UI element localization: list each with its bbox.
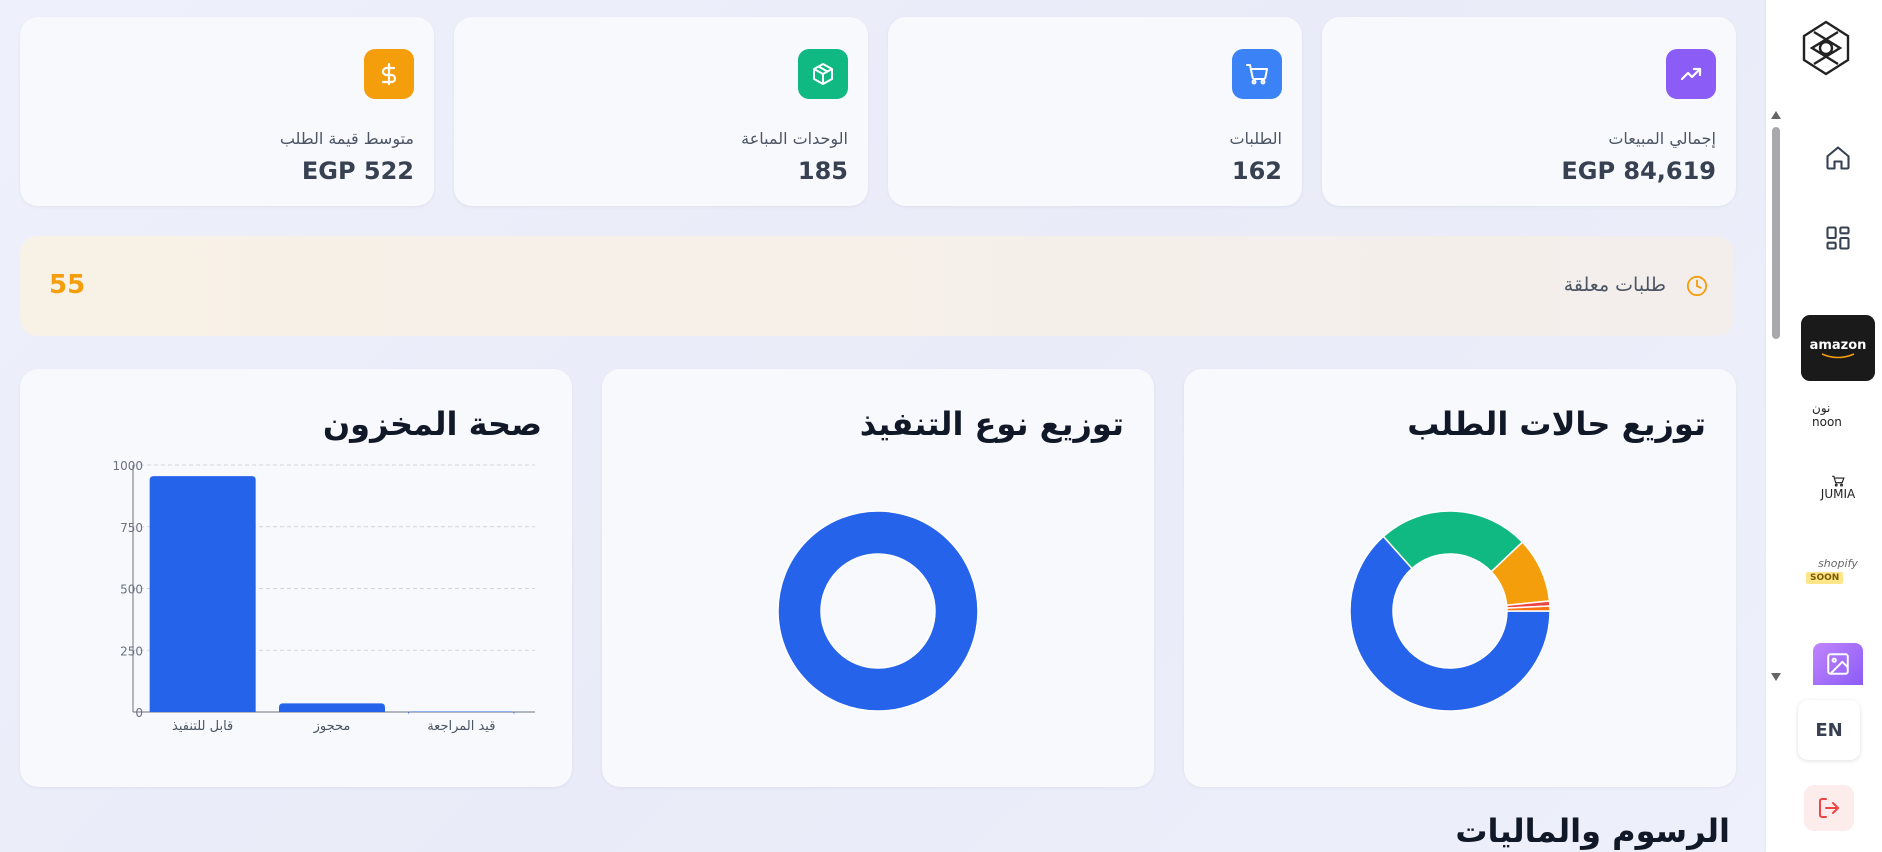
donut-slice[interactable] bbox=[777, 510, 979, 712]
stat-value: 162 bbox=[1231, 157, 1282, 185]
scrollbar-thumb[interactable] bbox=[1772, 127, 1780, 339]
package-icon bbox=[798, 49, 848, 99]
inventory-health-bar-chart: 0 250 500 750 1000 قابل للتنفيذ محجوز قيد المرا… bbox=[112, 459, 535, 734]
stat-value: EGP 522 bbox=[301, 157, 414, 185]
order-status-chart-card: توزيع حالات الطلب bbox=[1184, 369, 1736, 787]
stat-label: الوحدات المباعة bbox=[741, 129, 848, 148]
x-tick-label: محجوز bbox=[313, 719, 351, 734]
y-tick-label: 0 bbox=[135, 706, 143, 720]
y-tick-label: 750 bbox=[120, 521, 143, 535]
stat-label: إجمالي المبيعات bbox=[1608, 129, 1716, 148]
language-toggle-button[interactable]: EN bbox=[1798, 700, 1860, 760]
y-tick-label: 500 bbox=[120, 583, 143, 597]
x-tick-label: قيد المراجعة bbox=[427, 719, 495, 734]
jumia-logo: JUMIA bbox=[1820, 487, 1856, 501]
coming-soon-badge: SOON bbox=[1806, 571, 1844, 584]
stat-card-orders: الطلبات 162 bbox=[888, 17, 1302, 206]
dollar-icon bbox=[364, 49, 414, 99]
amazon-smile-icon bbox=[1821, 352, 1855, 358]
stat-card-units-sold: الوحدات المباعة 185 bbox=[454, 17, 868, 206]
inventory-health-chart-card: صحة المخزون 0 250 500 750 1000 قابل للتنفيذ مح… bbox=[20, 369, 572, 787]
noon-logo: نون noon bbox=[1812, 401, 1842, 429]
stat-label: الطلبات bbox=[1229, 129, 1282, 148]
logout-icon bbox=[1819, 798, 1839, 818]
logout-button[interactable] bbox=[1804, 785, 1854, 831]
dashboard-grid-icon bbox=[1826, 226, 1850, 250]
x-tick-label: قابل للتنفيذ bbox=[172, 719, 233, 734]
stat-label: متوسط قيمة الطلب bbox=[279, 129, 414, 148]
pending-label: طلبات معلقة bbox=[1563, 274, 1666, 296]
amazon-store-button[interactable]: amazon bbox=[1801, 315, 1875, 381]
home-icon bbox=[1826, 146, 1850, 170]
order-status-donut-chart bbox=[1349, 510, 1551, 712]
noon-store-button[interactable]: نون noon bbox=[1812, 400, 1864, 430]
fulfillment-type-chart-card: توزيع نوع التنفيذ bbox=[602, 369, 1154, 787]
stat-card-avg-order-value: متوسط قيمة الطلب EGP 522 bbox=[20, 17, 434, 206]
cart-icon bbox=[1232, 49, 1282, 99]
bar[interactable] bbox=[279, 703, 385, 712]
y-tick-label: 250 bbox=[120, 644, 143, 658]
stat-value: 185 bbox=[797, 157, 848, 185]
trending-up-icon bbox=[1666, 49, 1716, 99]
chart-title: توزيع نوع التنفيذ bbox=[859, 405, 1124, 443]
fulfillment-type-donut-chart bbox=[777, 510, 979, 712]
shopify-store-button[interactable]: shopify SOON bbox=[1806, 550, 1870, 590]
sidebar-scrollbar[interactable] bbox=[1770, 110, 1782, 682]
clock-icon bbox=[1686, 275, 1708, 297]
image-tool-button[interactable] bbox=[1813, 643, 1863, 685]
scroll-down-arrow-icon[interactable] bbox=[1770, 672, 1782, 682]
image-icon bbox=[1827, 653, 1849, 675]
y-tick-label: 1000 bbox=[112, 459, 143, 473]
stat-value: EGP 84,619 bbox=[1561, 157, 1716, 185]
pending-orders-banner[interactable]: طلبات معلقة 55 bbox=[20, 236, 1734, 336]
chart-title: توزيع حالات الطلب bbox=[1407, 405, 1706, 443]
home-nav-button[interactable] bbox=[1818, 138, 1858, 178]
bar[interactable] bbox=[149, 476, 256, 712]
pending-count: 55 bbox=[49, 270, 86, 300]
shopify-logo: shopify bbox=[1818, 556, 1858, 570]
amazon-logo: amazon bbox=[1809, 337, 1867, 353]
fees-finance-section-title: الرسوم والماليات bbox=[1455, 812, 1730, 850]
main-content: إجمالي المبيعات EGP 84,619 الطلبات 162 ا… bbox=[0, 0, 1766, 852]
jumia-cart-icon bbox=[1832, 475, 1845, 487]
app-logo-icon bbox=[1802, 20, 1850, 76]
scroll-up-arrow-icon[interactable] bbox=[1770, 110, 1782, 120]
jumia-store-button[interactable]: JUMIA bbox=[1810, 470, 1866, 506]
stat-card-total-sales: إجمالي المبيعات EGP 84,619 bbox=[1322, 17, 1736, 206]
dashboard-nav-button[interactable] bbox=[1818, 218, 1858, 258]
